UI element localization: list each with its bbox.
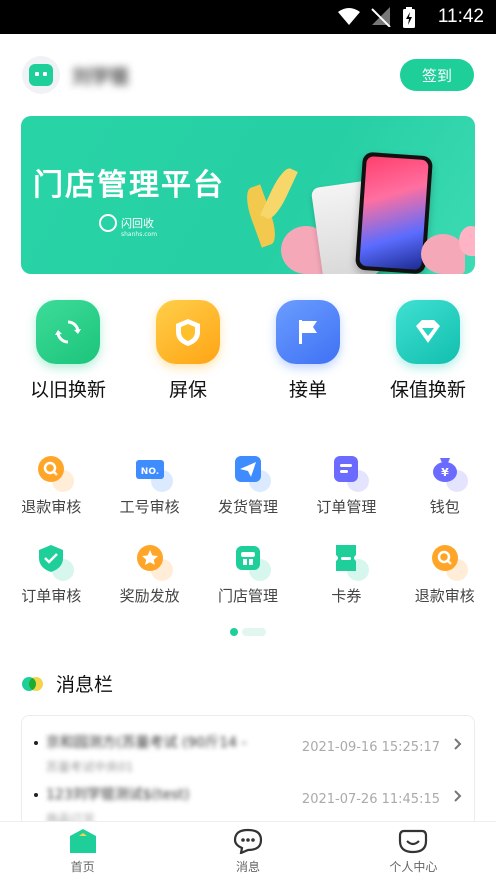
- tool-shipping[interactable]: 发货管理: [199, 452, 297, 517]
- home-icon: [68, 828, 98, 854]
- tool-label: 奖励发放: [119, 587, 180, 605]
- message-list: 京和园测方(苏量考试 (90斤14 - 苏量考试中央01 2021-09-16 …: [21, 715, 475, 837]
- tool-label: 工号审核: [119, 498, 180, 516]
- bullet-icon: [34, 741, 38, 745]
- action-label: 接单: [288, 379, 327, 401]
- status-bar: 11:42: [0, 0, 496, 34]
- tool-order-review[interactable]: 订单审核: [2, 541, 100, 606]
- wallet-icon: ¥: [428, 452, 468, 492]
- tool-label: 退款审核: [21, 498, 82, 516]
- tool-store-manage[interactable]: 门店管理: [199, 541, 297, 606]
- action-trade-in[interactable]: 以旧换新: [13, 300, 123, 402]
- page-indicator: [0, 628, 496, 636]
- tool-label: 发货管理: [217, 498, 278, 516]
- tab-label: 首页: [70, 860, 95, 874]
- page-dot-active[interactable]: [230, 628, 238, 636]
- chevron-right-icon: [454, 790, 462, 806]
- diamond-icon: [396, 300, 460, 364]
- action-accept-order[interactable]: 接单: [253, 300, 363, 402]
- tool-refund-review[interactable]: 退款审核: [2, 452, 100, 517]
- check-shield-icon: [34, 541, 75, 581]
- action-label: 保值换新: [389, 379, 466, 401]
- chevron-right-icon: [454, 738, 462, 754]
- id-card-icon: NO.: [133, 452, 173, 492]
- action-label: 以旧换新: [29, 379, 106, 401]
- section-mark-icon: [22, 676, 43, 691]
- tool-wallet[interactable]: ¥ 钱包: [396, 452, 494, 517]
- tool-refund-review-2[interactable]: 退款审核: [396, 541, 494, 606]
- tab-bar: 首页 消息 个人中心: [0, 821, 496, 881]
- chat-bubble-icon: [233, 828, 263, 855]
- banner-logo-text: 闪回收: [121, 217, 154, 230]
- wifi-icon: [337, 7, 360, 27]
- send-icon: [231, 452, 271, 492]
- tool-label: 订单审核: [21, 587, 82, 605]
- message-title: 123刘学锟测试$(test): [46, 787, 190, 803]
- tool-staff-review[interactable]: NO. 工号审核: [100, 452, 198, 517]
- tool-label: 卡券: [331, 587, 362, 605]
- ticket-icon: [329, 541, 370, 581]
- order-list-icon: [329, 452, 370, 492]
- search-icon: [428, 541, 468, 581]
- tab-profile[interactable]: 个人中心: [331, 822, 496, 881]
- battery-charging-icon: [402, 7, 424, 28]
- tab-label: 个人中心: [389, 860, 438, 874]
- username: 刘学锟: [72, 65, 130, 88]
- smile-icon: [398, 828, 428, 854]
- message-title: 京和园测方(苏量考试 (90斤14 -: [46, 735, 247, 751]
- message-section-title: 消息栏: [56, 674, 114, 696]
- tab-messages[interactable]: 消息: [165, 822, 330, 881]
- banner-logo: 闪回收: [99, 214, 154, 232]
- action-label: 屏保: [168, 379, 207, 401]
- avatar[interactable]: [22, 56, 60, 94]
- message-section-header: 消息栏: [0, 670, 496, 697]
- store-icon: [231, 541, 271, 581]
- tool-grid: 退款审核 NO. 工号审核 发货管理 订单管理 ¥ 钱包 订单审核 奖励发放 门…: [0, 402, 496, 606]
- banner[interactable]: 门店管理平台 闪回收 shanhs.com: [21, 116, 475, 274]
- header: 刘学锟 签到: [0, 34, 496, 116]
- signin-button[interactable]: 签到: [400, 59, 474, 91]
- banner-title: 门店管理平台: [33, 168, 225, 203]
- message-time: 2021-07-26 11:45:15: [301, 792, 440, 807]
- robot-icon: [29, 64, 53, 86]
- tool-label: 门店管理: [217, 587, 278, 605]
- action-value-trade[interactable]: 保值换新: [373, 300, 483, 402]
- logo-icon: [99, 214, 117, 232]
- search-icon: [34, 452, 75, 492]
- message-time: 2021-09-16 15:25:17: [301, 740, 440, 755]
- message-item[interactable]: 京和园测方(苏量考试 (90斤14 - 苏量考试中央01 2021-09-16 …: [34, 724, 462, 776]
- leaf-decoration: [260, 165, 298, 222]
- status-time: 11:42: [437, 6, 484, 27]
- tool-label: 退款审核: [414, 587, 475, 605]
- page-dot-inactive[interactable]: [242, 628, 266, 636]
- star-icon: [133, 541, 173, 581]
- tab-label: 消息: [235, 860, 260, 874]
- recycle-icon: [36, 300, 100, 364]
- flag-icon: [276, 300, 340, 364]
- tool-order-manage[interactable]: 订单管理: [297, 452, 395, 517]
- message-subtitle: 苏量考试中央01: [46, 760, 134, 774]
- main-actions: 以旧换新 屏保 接单 保值换新: [0, 274, 496, 402]
- bullet-icon: [34, 793, 38, 797]
- tool-reward[interactable]: 奖励发放: [100, 541, 198, 606]
- tool-label: 钱包: [429, 498, 460, 516]
- tool-coupons[interactable]: 卡券: [297, 541, 395, 606]
- banner-logo-sub: shanhs.com: [121, 231, 158, 238]
- tool-label: 订单管理: [316, 498, 377, 516]
- no-signal-icon: [370, 7, 392, 28]
- tab-home[interactable]: 首页: [0, 822, 165, 881]
- shield-icon: [156, 300, 220, 364]
- action-screen-protect[interactable]: 屏保: [133, 300, 243, 402]
